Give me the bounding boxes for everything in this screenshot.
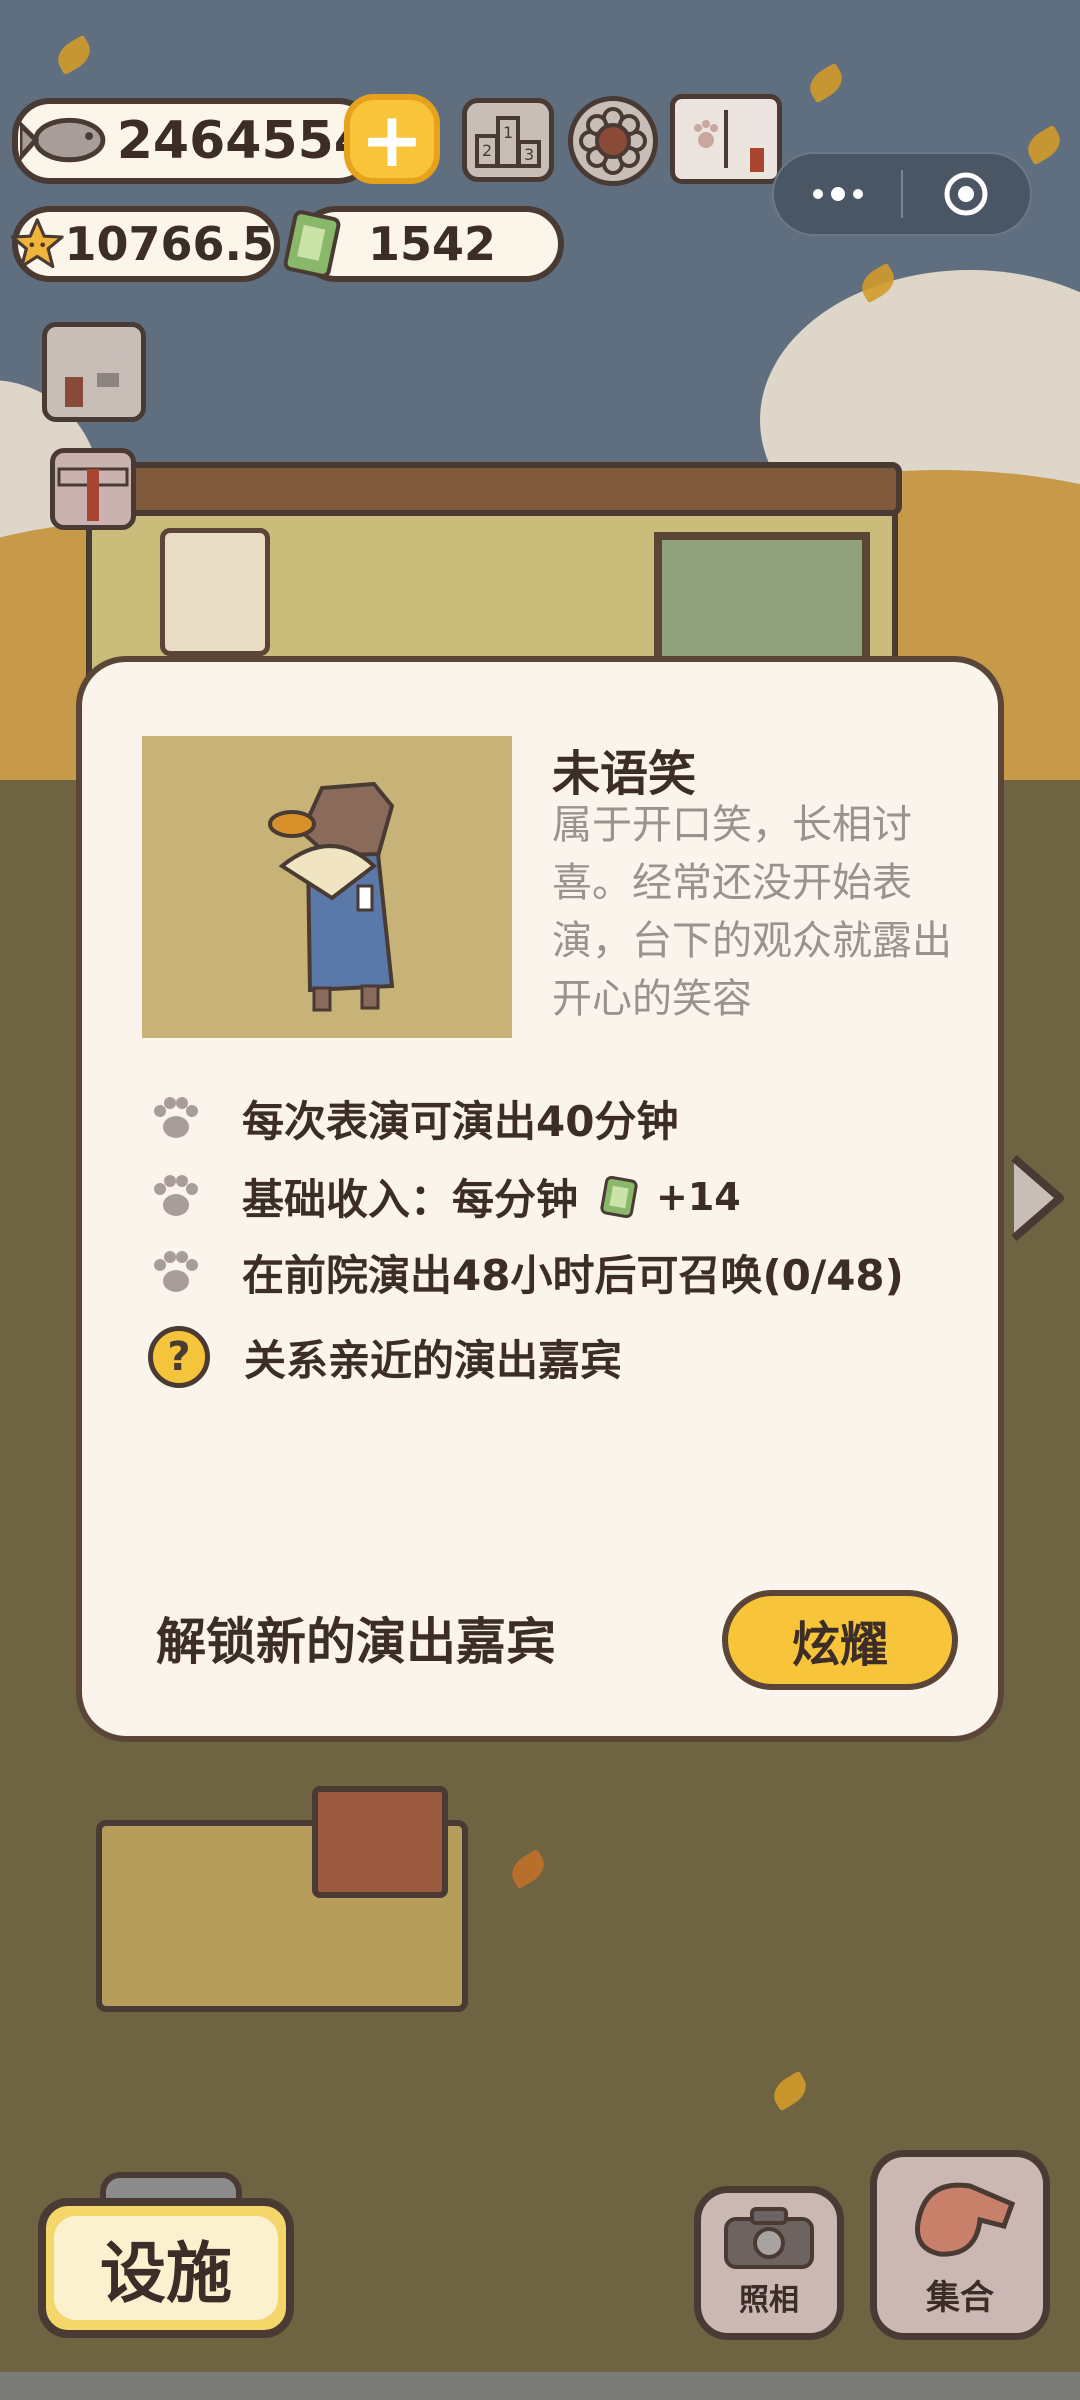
add-fish-button[interactable]: +	[344, 94, 440, 184]
system-bottom-bar	[0, 2372, 1080, 2400]
more-options-button[interactable]	[774, 186, 901, 202]
ticket-icon	[284, 210, 341, 278]
close-mini-program-button[interactable]	[903, 169, 1030, 219]
guide-book-icon	[694, 110, 764, 172]
show-off-button[interactable]: 炫耀	[722, 1590, 958, 1690]
ticket-count: 1542	[368, 217, 497, 271]
summon-condition-text: 在前院演出48小时后可召唤(0/48)	[242, 1251, 904, 1300]
photo-label: 照相	[739, 2283, 799, 2318]
ranking-icon: 2 1 3	[475, 116, 541, 168]
settings-button[interactable]	[568, 96, 658, 186]
paw-icon	[154, 1250, 198, 1292]
gather-label: 集合	[926, 2278, 994, 2318]
svg-text:2: 2	[482, 141, 492, 160]
gift-button[interactable]	[50, 448, 136, 530]
facility-label: 设施	[54, 2216, 278, 2320]
gather-button[interactable]: 集合	[870, 2150, 1050, 2340]
dog-performer-illustration	[268, 781, 395, 1012]
star-plaque	[160, 528, 270, 656]
question-icon: ?	[148, 1326, 210, 1388]
fish-icon	[20, 117, 106, 163]
settings-gear-icon	[579, 107, 647, 175]
star-count: 10766.5	[64, 217, 274, 271]
info-row-related-guest[interactable]: ? 关系亲近的演出嘉宾	[148, 1326, 622, 1388]
next-arrow-icon[interactable]	[1002, 1148, 1072, 1248]
close-target-icon	[944, 172, 988, 216]
fish-currency: 2464554	[12, 98, 376, 184]
more-dots-icon	[812, 187, 863, 201]
wooden-beam	[70, 462, 902, 516]
character-description: 属于开口笑，长相讨喜。经常还没开始表演，台下的观众就露出开心的笑容	[552, 802, 952, 1022]
star-icon	[10, 218, 64, 269]
guest-info-dialog: 未语笑 属于开口笑，长相讨喜。经常还没开始表演，台下的观众就露出开心的笑容 每次…	[76, 656, 1004, 1742]
ranking-button[interactable]: 2 1 3	[462, 98, 554, 182]
info-row-duration: 每次表演可演出40分钟	[148, 1088, 678, 1149]
character-portrait	[142, 736, 512, 1038]
svg-text:1: 1	[503, 123, 513, 142]
whistle-icon	[915, 2182, 1016, 2257]
ticket-currency: 1542	[284, 206, 564, 282]
info-row-income: 基础收入：每分钟 +14	[148, 1166, 741, 1227]
gift-icon	[57, 467, 129, 521]
related-guest-text: 关系亲近的演出嘉宾	[244, 1335, 623, 1385]
camera-icon	[724, 2207, 814, 2269]
fish-count: 2464554	[116, 111, 370, 171]
income-value: +14	[656, 1174, 741, 1219]
paw-icon	[154, 1174, 198, 1216]
facility-button[interactable]: 设施	[38, 2198, 294, 2338]
unlock-message: 解锁新的演出嘉宾	[156, 1613, 556, 1671]
duration-text: 每次表演可演出40分钟	[242, 1097, 679, 1146]
character-name: 未语笑	[552, 746, 697, 802]
photo-button[interactable]: 照相	[694, 2186, 844, 2340]
paw-icon	[154, 1096, 198, 1138]
box-prop	[312, 1786, 448, 1898]
shop-icon	[55, 333, 133, 407]
star-currency: 10766.5	[10, 206, 280, 282]
mini-program-capsule	[772, 152, 1032, 236]
info-row-summon: 在前院演出48小时后可召唤(0/48)	[148, 1242, 904, 1303]
svg-text:3: 3	[524, 145, 534, 164]
plus-icon: +	[360, 94, 424, 184]
income-label: 基础收入：每分钟	[242, 1175, 579, 1224]
shop-button[interactable]	[42, 322, 146, 422]
guide-book-button[interactable]	[670, 94, 782, 184]
ticket-icon	[600, 1175, 638, 1218]
